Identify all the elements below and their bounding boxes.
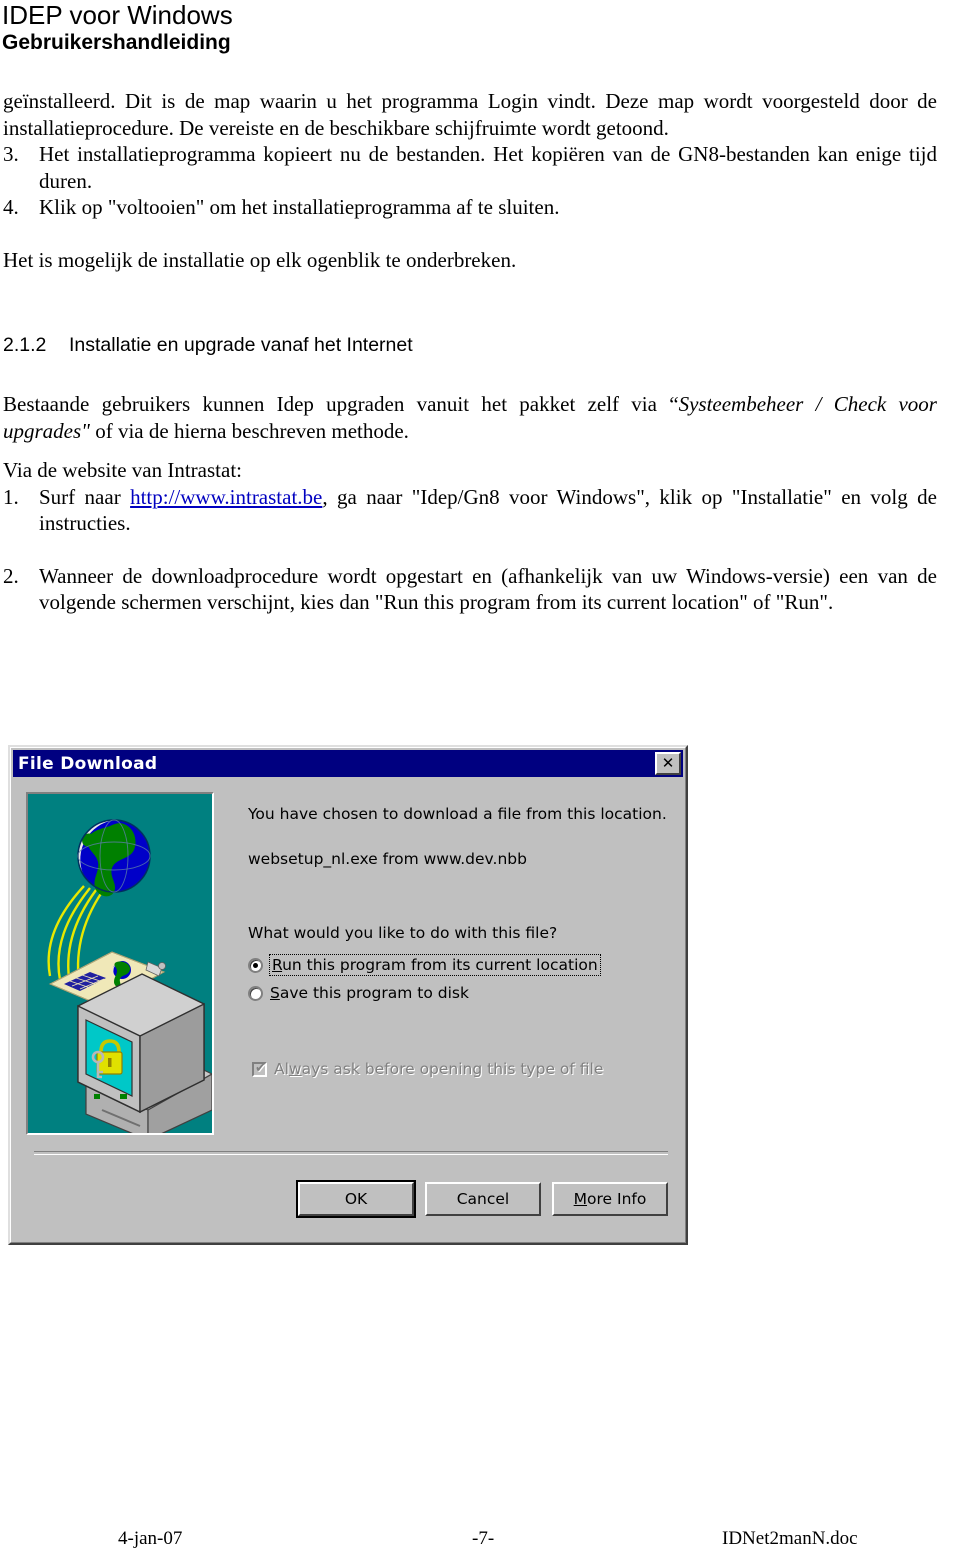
checkbox-accel: w bbox=[288, 1060, 302, 1078]
more-info-accel: M bbox=[573, 1190, 588, 1208]
globe-icon bbox=[77, 819, 151, 897]
section-heading-title: Installatie en upgrade vanaf het Interne… bbox=[69, 334, 413, 356]
footer-page-number: -7- bbox=[472, 1528, 495, 1549]
radio-selected-icon[interactable] bbox=[248, 957, 263, 973]
ok-button[interactable]: OK bbox=[296, 1180, 416, 1218]
radio-save-label: Save this program to disk bbox=[270, 984, 469, 1002]
list-item-4-text: Klik op "voltooien" om het installatiepr… bbox=[39, 195, 560, 219]
close-icon: ✕ bbox=[661, 754, 675, 772]
dialog-title: File Download bbox=[18, 753, 158, 774]
list-item-1-text-pre: Surf naar bbox=[39, 484, 131, 509]
radio-unselected-icon[interactable] bbox=[248, 985, 263, 1001]
checkbox-label-pre: Al bbox=[274, 1060, 289, 1078]
upgrade-quote-open: “ bbox=[669, 392, 679, 416]
more-info-button[interactable]: More Info bbox=[552, 1182, 668, 1216]
question-text: What would you like to do with this file… bbox=[248, 924, 558, 942]
checkmark-icon: ✔ bbox=[255, 1060, 266, 1076]
checkbox-label-rest: ays ask before opening this type of file bbox=[301, 1060, 604, 1078]
radio-save-rest: ave this program to disk bbox=[279, 984, 469, 1002]
paragraph-continued: geïnstalleerd. Dit is de map waarin u he… bbox=[3, 89, 937, 140]
illustration-svg bbox=[47, 819, 212, 1133]
document-body: geïnstalleerd. Dit is de map waarin u he… bbox=[3, 88, 937, 616]
list-item-1-number: 1. bbox=[3, 484, 19, 509]
list-item-1: 1. Surf naar http://www.intrastat.be, ga … bbox=[3, 484, 937, 537]
radio-run-accel: R bbox=[272, 956, 283, 974]
header-document-subtitle: Gebruikershandleiding bbox=[2, 31, 231, 54]
radio-save-to-disk[interactable]: Save this program to disk bbox=[248, 984, 469, 1002]
list-item-2-number: 2. bbox=[3, 563, 19, 588]
list-item-3-number: 3. bbox=[3, 142, 19, 166]
dialog-separator bbox=[34, 1151, 668, 1155]
header-product-title: IDEP voor Windows bbox=[2, 0, 233, 30]
list-item-4-number: 4. bbox=[3, 195, 19, 219]
dialog-button-row: OK Cancel More Info bbox=[296, 1180, 668, 1218]
upgrade-text-pre: Bestaande gebruikers kunnen Idep upgrade… bbox=[3, 392, 670, 416]
paragraph-upgrade: Bestaande gebruikers kunnen Idep upgrade… bbox=[3, 391, 937, 444]
chosen-text: You have chosen to download a file from … bbox=[248, 805, 667, 823]
close-button[interactable]: ✕ bbox=[655, 752, 681, 775]
computer-icon bbox=[77, 973, 212, 1133]
cancel-button[interactable]: Cancel bbox=[425, 1182, 541, 1216]
checkbox-checked-icon[interactable]: ✔ bbox=[252, 1060, 267, 1077]
upgrade-text-post: of via de hierna beschreven methode. bbox=[89, 418, 409, 443]
checkbox-always-ask[interactable]: ✔ Always ask before opening this type of… bbox=[252, 1060, 603, 1078]
radio-run-from-location[interactable]: Run this program from its current locati… bbox=[248, 954, 601, 976]
radio-save-accel: S bbox=[270, 984, 280, 1002]
checkbox-label: Always ask before opening this type of f… bbox=[274, 1060, 603, 1078]
file-download-dialog: File Download ✕ You have chosen to downl… bbox=[8, 745, 688, 1245]
list-item-2-text: Wanneer de downloadprocedure wordt opges… bbox=[39, 563, 937, 615]
footer-date: 4-jan-07 bbox=[118, 1528, 183, 1549]
list-item-3-text: Het installatieprogramma kopieert nu de … bbox=[39, 142, 937, 193]
more-info-rest: ore Info bbox=[587, 1190, 647, 1208]
document-header: IDEP voor Windows Gebruikershandleiding bbox=[0, 0, 960, 56]
paragraph-interrupt: Het is mogelijk de installatie op elk og… bbox=[3, 247, 517, 272]
dialog-titlebar: File Download ✕ bbox=[13, 750, 683, 777]
radio-run-rest: un this program from its current locatio… bbox=[282, 956, 598, 974]
list-item-4: 4. Klik op "voltooien" om het installati… bbox=[3, 194, 937, 221]
section-heading-number: 2.1.2 bbox=[3, 334, 47, 356]
radio-run-label: Run this program from its current locati… bbox=[269, 954, 601, 976]
list-item-2: 2. Wanneer de downloadprocedure wordt op… bbox=[3, 563, 937, 616]
paragraph-via-website: Via de website van Intrastat: bbox=[3, 458, 242, 482]
file-name-text: websetup_nl.exe from www.dev.nbb bbox=[248, 850, 527, 868]
download-illustration bbox=[26, 792, 214, 1135]
list-item-3: 3. Het installatieprogramma kopieert nu … bbox=[3, 141, 937, 194]
intrastat-website-link[interactable]: http://www.intrastat.be bbox=[130, 485, 322, 509]
footer-filename: IDNet2manN.doc bbox=[722, 1528, 858, 1549]
section-heading: 2.1.2 Installatie en upgrade vanaf het In… bbox=[3, 333, 937, 357]
